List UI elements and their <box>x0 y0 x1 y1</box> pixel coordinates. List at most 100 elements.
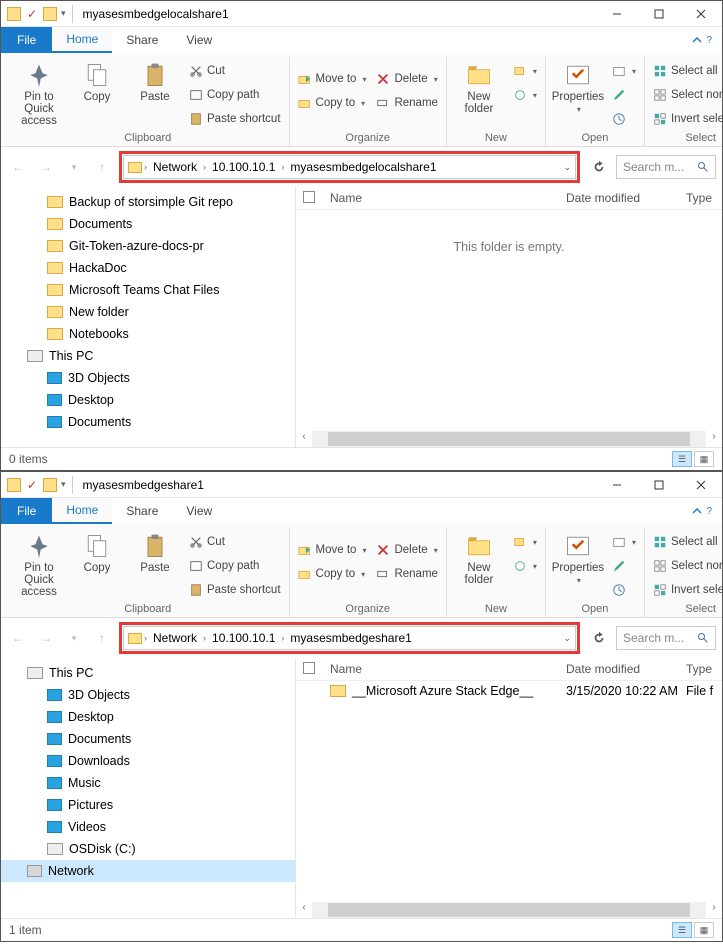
select-all-checkbox[interactable] <box>303 662 315 674</box>
tree-item[interactable]: Pictures <box>1 794 295 816</box>
forward-button[interactable]: → <box>35 156 57 178</box>
tab-home[interactable]: Home <box>52 27 112 53</box>
address-dropdown-icon[interactable]: ⌄ <box>563 633 571 644</box>
paste-button[interactable]: Paste <box>129 528 181 574</box>
tree-item[interactable]: Documents <box>1 728 295 750</box>
breadcrumb-ip[interactable]: 10.100.10.1 <box>208 160 279 174</box>
new-item-button[interactable] <box>511 61 539 81</box>
refresh-button[interactable] <box>588 627 610 649</box>
maximize-button[interactable] <box>638 1 680 27</box>
delete-button[interactable]: Delete <box>374 540 439 560</box>
tab-view[interactable]: View <box>172 27 226 53</box>
file-row[interactable]: __Microsoft Azure Stack Edge__ 3/15/2020… <box>296 681 722 701</box>
breadcrumb-ip[interactable]: 10.100.10.1 <box>208 631 279 645</box>
copy-button[interactable]: Copy <box>71 57 123 103</box>
paste-shortcut-button[interactable]: Paste shortcut <box>187 109 283 129</box>
horizontal-scrollbar[interactable] <box>312 902 706 918</box>
search-input[interactable]: Search m... <box>616 626 716 650</box>
copy-to-button[interactable]: Copy to <box>296 564 369 584</box>
pin-to-quick-access-button[interactable]: Pin to Quick access <box>13 57 65 127</box>
scroll-left-button[interactable]: ‹ <box>296 902 312 918</box>
copy-to-button[interactable]: Copy to <box>296 93 369 113</box>
copy-path-button[interactable]: Copy path <box>187 556 283 576</box>
tab-home[interactable]: Home <box>52 498 112 524</box>
tree-item[interactable]: Documents <box>1 213 295 235</box>
tree-item[interactable]: HackaDoc <box>1 257 295 279</box>
minimize-button[interactable] <box>596 472 638 498</box>
tree-item[interactable]: 3D Objects <box>1 367 295 389</box>
move-to-button[interactable]: Move to <box>296 69 369 89</box>
history-button[interactable] <box>610 580 638 600</box>
rename-button[interactable]: Rename <box>374 93 439 113</box>
tab-share[interactable]: Share <box>112 498 172 524</box>
easy-access-button[interactable] <box>511 85 539 105</box>
qat-dropdown-icon[interactable]: ▾ <box>61 479 66 490</box>
column-header-date[interactable]: Date modified <box>566 662 686 676</box>
select-all-button[interactable]: Select all <box>651 61 723 81</box>
delete-button[interactable]: Delete <box>374 69 439 89</box>
properties-button[interactable]: Properties <box>552 528 604 585</box>
horizontal-scrollbar[interactable] <box>312 431 706 447</box>
edit-button[interactable] <box>610 85 638 105</box>
cut-button[interactable]: Cut <box>187 532 283 552</box>
collapse-ribbon-button[interactable]: ? <box>680 498 722 524</box>
close-button[interactable] <box>680 472 722 498</box>
search-input[interactable]: Search m... <box>616 155 716 179</box>
properties-button[interactable]: Properties <box>552 57 604 114</box>
tab-view[interactable]: View <box>172 498 226 524</box>
tree-item[interactable]: This PC <box>1 345 295 367</box>
tree-item[interactable]: Microsoft Teams Chat Files <box>1 279 295 301</box>
invert-selection-button[interactable]: Invert selection <box>651 580 723 600</box>
tree-item[interactable]: Notebooks <box>1 323 295 345</box>
details-view-button[interactable]: ☰ <box>672 451 692 467</box>
up-button[interactable]: ↑ <box>91 627 113 649</box>
column-header-type[interactable]: Type <box>686 191 722 205</box>
copy-button[interactable]: Copy <box>71 528 123 574</box>
tree-item[interactable]: Documents <box>1 411 295 433</box>
recent-dropdown[interactable]: ▾ <box>63 156 85 178</box>
chevron-right-icon[interactable]: › <box>201 162 208 172</box>
details-view-button[interactable]: ☰ <box>672 922 692 938</box>
scroll-right-button[interactable]: › <box>706 431 722 447</box>
breadcrumb-network[interactable]: Network <box>149 631 201 645</box>
scroll-right-button[interactable]: › <box>706 902 722 918</box>
column-header-type[interactable]: Type <box>686 662 722 676</box>
tree-item[interactable]: Git-Token-azure-docs-pr <box>1 235 295 257</box>
breadcrumb-folder[interactable]: myasesmbedgeshare1 <box>286 631 415 645</box>
history-button[interactable] <box>610 109 638 129</box>
address-dropdown-icon[interactable]: ⌄ <box>563 162 571 173</box>
scroll-left-button[interactable]: ‹ <box>296 431 312 447</box>
qat-dropdown-icon[interactable]: ▾ <box>61 8 66 19</box>
tree-item[interactable]: OSDisk (C:) <box>1 838 295 860</box>
tree-item[interactable]: Videos <box>1 816 295 838</box>
select-all-button[interactable]: Select all <box>651 532 723 552</box>
cut-button[interactable]: Cut <box>187 61 283 81</box>
new-folder-button[interactable]: New folder <box>453 57 505 115</box>
tree-item[interactable]: 3D Objects <box>1 684 295 706</box>
breadcrumb-folder[interactable]: myasesmbedgelocalshare1 <box>286 160 440 174</box>
close-button[interactable] <box>680 1 722 27</box>
column-header-date[interactable]: Date modified <box>566 191 686 205</box>
copy-path-button[interactable]: Copy path <box>187 85 283 105</box>
select-none-button[interactable]: Select none <box>651 85 723 105</box>
open-button[interactable] <box>610 61 638 81</box>
chevron-right-icon[interactable]: › <box>279 162 286 172</box>
tab-file[interactable]: File <box>1 498 52 524</box>
address-bar[interactable]: › Network › 10.100.10.1 › myasesmbedgesh… <box>123 626 576 650</box>
tree-item[interactable]: This PC <box>1 662 295 684</box>
chevron-right-icon[interactable]: › <box>142 162 149 172</box>
qat-properties-icon[interactable]: ✓ <box>25 7 39 21</box>
tree-item[interactable]: Network <box>1 860 295 882</box>
nav-tree[interactable]: Backup of storsimple Git repo Documents … <box>1 187 296 447</box>
maximize-button[interactable] <box>638 472 680 498</box>
tree-item[interactable]: Music <box>1 772 295 794</box>
forward-button[interactable]: → <box>35 627 57 649</box>
tree-item[interactable]: Desktop <box>1 389 295 411</box>
tree-item[interactable]: New folder <box>1 301 295 323</box>
collapse-ribbon-button[interactable]: ? <box>680 27 722 53</box>
icons-view-button[interactable]: ▦ <box>694 451 714 467</box>
address-bar[interactable]: › Network › 10.100.10.1 › myasesmbedgelo… <box>123 155 576 179</box>
nav-tree[interactable]: This PC 3D Objects Desktop Documents Dow… <box>1 658 296 918</box>
select-none-button[interactable]: Select none <box>651 556 723 576</box>
pin-to-quick-access-button[interactable]: Pin to Quick access <box>13 528 65 598</box>
